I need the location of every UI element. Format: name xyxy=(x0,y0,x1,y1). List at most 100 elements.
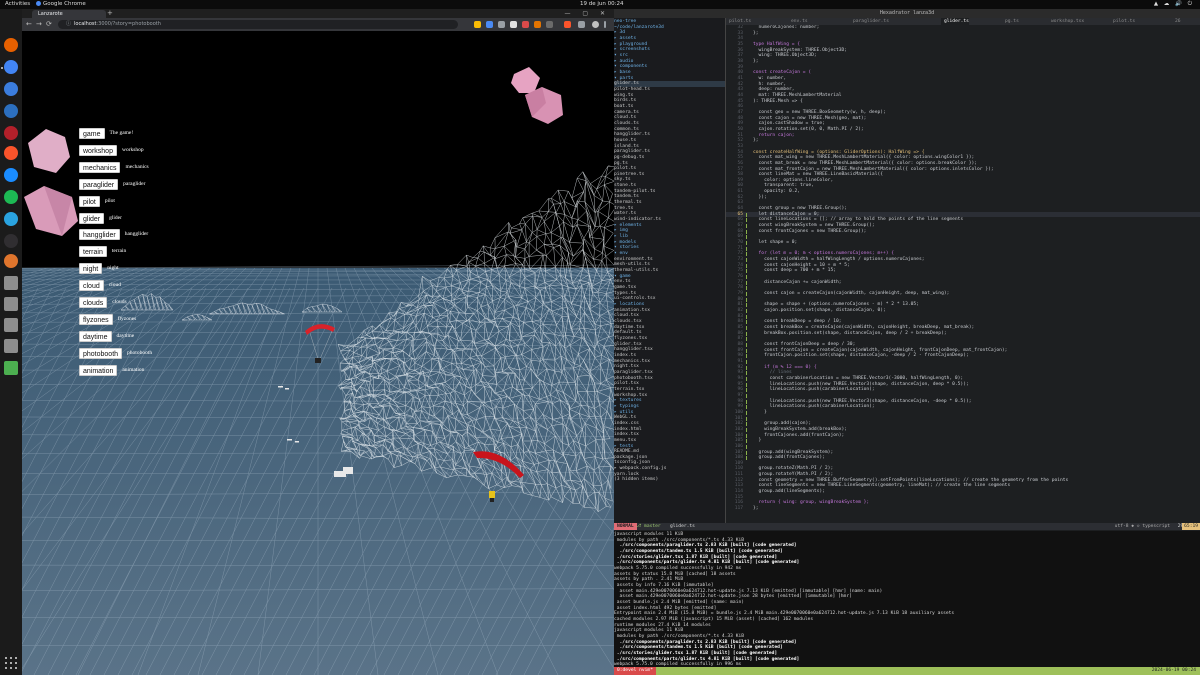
chrome-icon[interactable] xyxy=(4,60,18,74)
story-button-pilot[interactable]: pilot xyxy=(79,195,100,207)
git-change-marker xyxy=(746,297,747,302)
presentation-icon[interactable] xyxy=(4,126,18,140)
story-description: photobooth xyxy=(127,349,153,356)
back-button[interactable]: ← xyxy=(26,18,32,31)
desktop: Activities Google Chrome 19 de jun 00:24… xyxy=(0,0,1200,675)
tab-strip: Lanzarote + — ▢ ✕ xyxy=(22,9,614,18)
story-button-photobooth[interactable]: photobooth xyxy=(79,347,123,359)
trash-icon[interactable] xyxy=(4,361,18,375)
extension-4-icon[interactable] xyxy=(522,21,529,28)
story-button-mechanics[interactable]: mechanics xyxy=(79,161,121,173)
story-button-game[interactable]: game xyxy=(79,128,105,139)
threejs-canvas[interactable]: game The game! workshop workshop mechanics me… xyxy=(22,31,614,675)
git-change-marker xyxy=(746,422,747,427)
system-tray[interactable]: ▲ ☁ 🔊 ⏻ xyxy=(1154,0,1194,9)
story-button-daytime[interactable]: daytime xyxy=(79,330,112,342)
tmux-clock: 2024-06-19 00:24 xyxy=(1151,668,1196,673)
git-change-marker xyxy=(746,399,747,404)
extension-3-icon[interactable] xyxy=(510,21,517,28)
story-description: The game! xyxy=(109,130,134,136)
git-change-marker xyxy=(746,439,747,444)
git-change-marker xyxy=(746,309,747,313)
git-change-marker xyxy=(746,258,747,263)
story-item-workshop: workshop workshop xyxy=(79,144,144,156)
story-button-hangglider[interactable]: hangglider xyxy=(79,229,120,241)
reload-button[interactable]: ⟳ xyxy=(46,18,52,31)
files-icon[interactable] xyxy=(4,276,18,290)
buffer-tab[interactable]: env.ts xyxy=(788,18,808,25)
git-change-marker xyxy=(746,337,747,342)
show-apps-icon[interactable] xyxy=(5,657,17,669)
code-editor[interactable]: 32 numeroCajones: number; 33}; 34 35 type Ha… xyxy=(726,25,1200,523)
brave-icon[interactable] xyxy=(4,146,18,160)
vpn-icon[interactable] xyxy=(4,254,18,268)
file-tree: neo-tree ~/code/lanzarote3d ▸ 3d ▸ assets ▸ … xyxy=(614,18,725,523)
status-line: NORMAL ⎇ master glider.ts utf-8 ◆ ◇ type… xyxy=(614,523,1200,530)
files-4-icon[interactable] xyxy=(4,339,18,353)
files-3-icon[interactable] xyxy=(4,318,18,332)
git-change-marker xyxy=(746,280,747,285)
new-tab-button[interactable]: + xyxy=(107,9,113,18)
status-filename: glider.ts xyxy=(670,524,695,529)
git-change-marker xyxy=(746,416,747,421)
buffer-tab[interactable]: paraglider.ts xyxy=(850,18,889,25)
git-change-marker xyxy=(746,275,747,280)
site-info-icon[interactable]: ⓘ xyxy=(66,21,71,27)
window-controls[interactable]: — ▢ ✕ xyxy=(564,9,610,18)
story-button-cloud[interactable]: cloud xyxy=(79,280,104,292)
address-bar[interactable]: ⓘ localhost:3000/?story=photobooth xyxy=(58,20,458,29)
buffer-tab[interactable]: workshop.tsx xyxy=(1048,18,1084,25)
cursor-position: 65:19 xyxy=(1182,523,1200,530)
story-button-terrain[interactable]: terrain xyxy=(79,246,107,258)
activities-button[interactable]: Activities xyxy=(5,0,30,9)
telegram-icon[interactable] xyxy=(4,212,18,226)
buffer-tab[interactable]: pilot.ts xyxy=(1110,18,1135,25)
tab-lanzarote[interactable]: Lanzarote xyxy=(32,10,106,18)
files-2-icon[interactable] xyxy=(4,297,18,311)
story-item-pilot: pilot pilot xyxy=(79,195,115,207)
story-button-paraglider[interactable]: paraglider xyxy=(79,178,119,190)
docs-icon[interactable] xyxy=(4,82,18,96)
profile-avatar[interactable] xyxy=(592,21,599,28)
story-button-animation[interactable]: animation xyxy=(79,364,118,376)
tree-file[interactable]: (3 hidden items) xyxy=(614,477,725,483)
forward-button[interactable]: → xyxy=(36,18,42,31)
git-change-marker xyxy=(746,292,747,297)
buffer-tab[interactable]: 26 xyxy=(1172,18,1181,25)
git-change-marker xyxy=(746,252,747,257)
extension-2-icon[interactable] xyxy=(498,21,505,28)
buffer-tab[interactable]: pilot.ts xyxy=(726,18,751,25)
spotify-icon[interactable] xyxy=(4,190,18,204)
menu-kebab-icon[interactable] xyxy=(604,21,606,28)
firefox-icon[interactable] xyxy=(4,38,18,52)
story-description: animation xyxy=(122,366,145,373)
git-change-marker xyxy=(746,450,747,455)
git-change-marker xyxy=(746,246,747,251)
git-change-marker xyxy=(746,371,747,376)
buffer-tab[interactable]: pg.ts xyxy=(1002,18,1019,25)
story-button-glider[interactable]: glider xyxy=(79,212,105,224)
story-description: clouds xyxy=(112,299,127,305)
extension-5-icon[interactable] xyxy=(534,21,541,28)
story-button-flyzones[interactable]: flyzones xyxy=(79,313,113,325)
tmux-window[interactable]: 0:devel nvim* xyxy=(614,667,656,675)
extensions-puzzle-icon[interactable] xyxy=(578,21,585,28)
git-change-marker xyxy=(746,218,747,223)
onepassword-icon[interactable] xyxy=(4,168,18,182)
story-button-workshop[interactable]: workshop xyxy=(79,144,117,156)
git-change-marker xyxy=(746,444,747,449)
libreoffice-icon[interactable] xyxy=(4,104,18,118)
extension-6-icon[interactable] xyxy=(546,21,553,28)
buffer-tab[interactable]: glider.ts xyxy=(941,18,969,25)
obs-icon[interactable] xyxy=(4,234,18,248)
story-item-terrain: terrain terrain xyxy=(79,246,126,258)
bookmark-star-icon[interactable] xyxy=(474,21,481,28)
story-button-night[interactable]: night xyxy=(79,263,103,275)
terminal-window: Hexadrator lanza3d neo-tree ~/code/lanzar… xyxy=(614,9,1200,675)
app-menu[interactable]: Google Chrome xyxy=(36,0,86,9)
extension-7-icon[interactable] xyxy=(564,21,571,28)
story-item-game: game The game! xyxy=(79,128,133,139)
clock[interactable]: 19 de jun 00:24 xyxy=(580,0,623,9)
extension-1-icon[interactable] xyxy=(486,21,493,28)
story-button-clouds[interactable]: clouds xyxy=(79,297,108,308)
